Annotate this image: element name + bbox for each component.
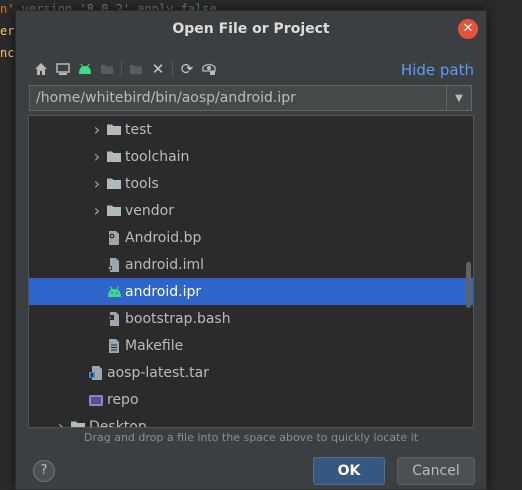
tree-item-label: bootstrap.bash [125, 310, 231, 327]
tree-file-row[interactable]: repo [29, 386, 473, 413]
config-file-icon [105, 230, 123, 246]
module-button[interactable] [96, 59, 118, 79]
path-combobox: ▼ [29, 85, 472, 111]
folder-icon [105, 122, 123, 138]
tree-item-label: test [125, 121, 152, 138]
tree-item-label: Makefile [125, 337, 184, 354]
open-file-dialog: Open File or Project ✕ ✕ ⟳ Hide path /ho… [15, 10, 487, 490]
expand-arrow-icon[interactable]: › [89, 147, 105, 166]
tree-item-label: toolchain [125, 148, 190, 165]
tree-file-row[interactable]: Makefile [29, 332, 473, 359]
tree-item-label: Desktop [89, 418, 147, 428]
tree-folder-row[interactable]: › tools [29, 170, 473, 197]
android-icon [105, 284, 123, 300]
expand-arrow-icon[interactable]: › [89, 120, 105, 139]
desktop-button[interactable] [52, 59, 74, 79]
code-line-3: nc [0, 46, 15, 60]
text-file-icon [105, 338, 123, 354]
script-file-icon: >_ [105, 311, 123, 327]
expand-arrow-icon[interactable]: › [89, 201, 105, 220]
tree-file-row[interactable]: android.ipr [29, 278, 473, 305]
dialog-title: Open File or Project [172, 21, 330, 37]
code-line-2: er [0, 24, 15, 38]
tree-item-label: repo [107, 391, 139, 408]
project-button[interactable] [74, 59, 96, 79]
tree-folder-row[interactable]: › Desktop [29, 413, 473, 428]
show-hidden-icon [202, 63, 216, 75]
expand-arrow-icon[interactable]: › [89, 174, 105, 193]
exec-file-icon [87, 392, 105, 408]
help-icon: ? [40, 463, 48, 478]
tree-file-row[interactable]: >_ bootstrap.bash [29, 305, 473, 332]
toolbar-separator [172, 61, 173, 77]
dialog-titlebar: Open File or Project ✕ [16, 11, 486, 47]
new-folder-button[interactable] [125, 59, 147, 79]
new-folder-icon [130, 65, 142, 74]
tree-folder-row[interactable]: › toolchain [29, 143, 473, 170]
tree-file-row[interactable]: Android.bp [29, 224, 473, 251]
expand-arrow-icon[interactable]: › [53, 417, 69, 427]
drag-drop-hint: Drag and drop a file into the space abov… [83, 431, 419, 444]
desktop-icon [56, 63, 70, 75]
tree-scrollbar[interactable] [466, 262, 471, 308]
folder-icon [105, 203, 123, 219]
svg-text:>_: >_ [109, 315, 116, 321]
file-chooser-toolbar: ✕ ⟳ [30, 59, 220, 79]
tree-item-label: Android.bp [125, 229, 202, 246]
show-hidden-button[interactable] [198, 59, 220, 79]
toolbar-separator [121, 61, 122, 77]
home-button[interactable] [30, 59, 52, 79]
tree-item-label: aosp-latest.tar [107, 364, 210, 381]
archive-file-icon [87, 365, 105, 381]
tree-folder-row[interactable]: › test [29, 116, 473, 143]
refresh-button[interactable]: ⟳ [176, 59, 198, 79]
path-dropdown-button[interactable]: ▼ [446, 86, 471, 110]
tree-item-label: vendor [125, 202, 174, 219]
tree-folder-row[interactable]: › vendor [29, 197, 473, 224]
close-icon: ✕ [462, 21, 474, 36]
folder-icon [105, 176, 123, 192]
hide-path-link[interactable]: Hide path [401, 61, 474, 79]
tree-item-label: android.iml [125, 256, 204, 273]
delete-icon: ✕ [151, 60, 165, 78]
tree-file-row[interactable]: android.iml [29, 251, 473, 278]
chevron-down-icon: ▼ [455, 92, 463, 104]
android-project-icon [79, 63, 91, 74]
tree-item-label: tools [125, 175, 159, 192]
refresh-icon: ⟳ [180, 60, 194, 78]
tree-item-label: android.ipr [125, 283, 202, 300]
ok-button[interactable]: OK [313, 457, 385, 485]
cancel-button[interactable]: Cancel [397, 457, 475, 485]
module-file-icon [105, 257, 123, 273]
close-button[interactable]: ✕ [458, 19, 478, 39]
help-button[interactable]: ? [33, 460, 55, 482]
path-input[interactable] [30, 86, 440, 110]
home-icon [35, 63, 47, 75]
folder-icon [69, 419, 87, 427]
delete-button[interactable]: ✕ [147, 59, 169, 79]
file-tree[interactable]: › Desktop repo aosp-latest.tar Makefile >_ boo… [28, 115, 474, 428]
folder-icon [105, 149, 123, 165]
tree-file-row[interactable]: aosp-latest.tar [29, 359, 473, 386]
module-folder-icon [101, 65, 113, 74]
